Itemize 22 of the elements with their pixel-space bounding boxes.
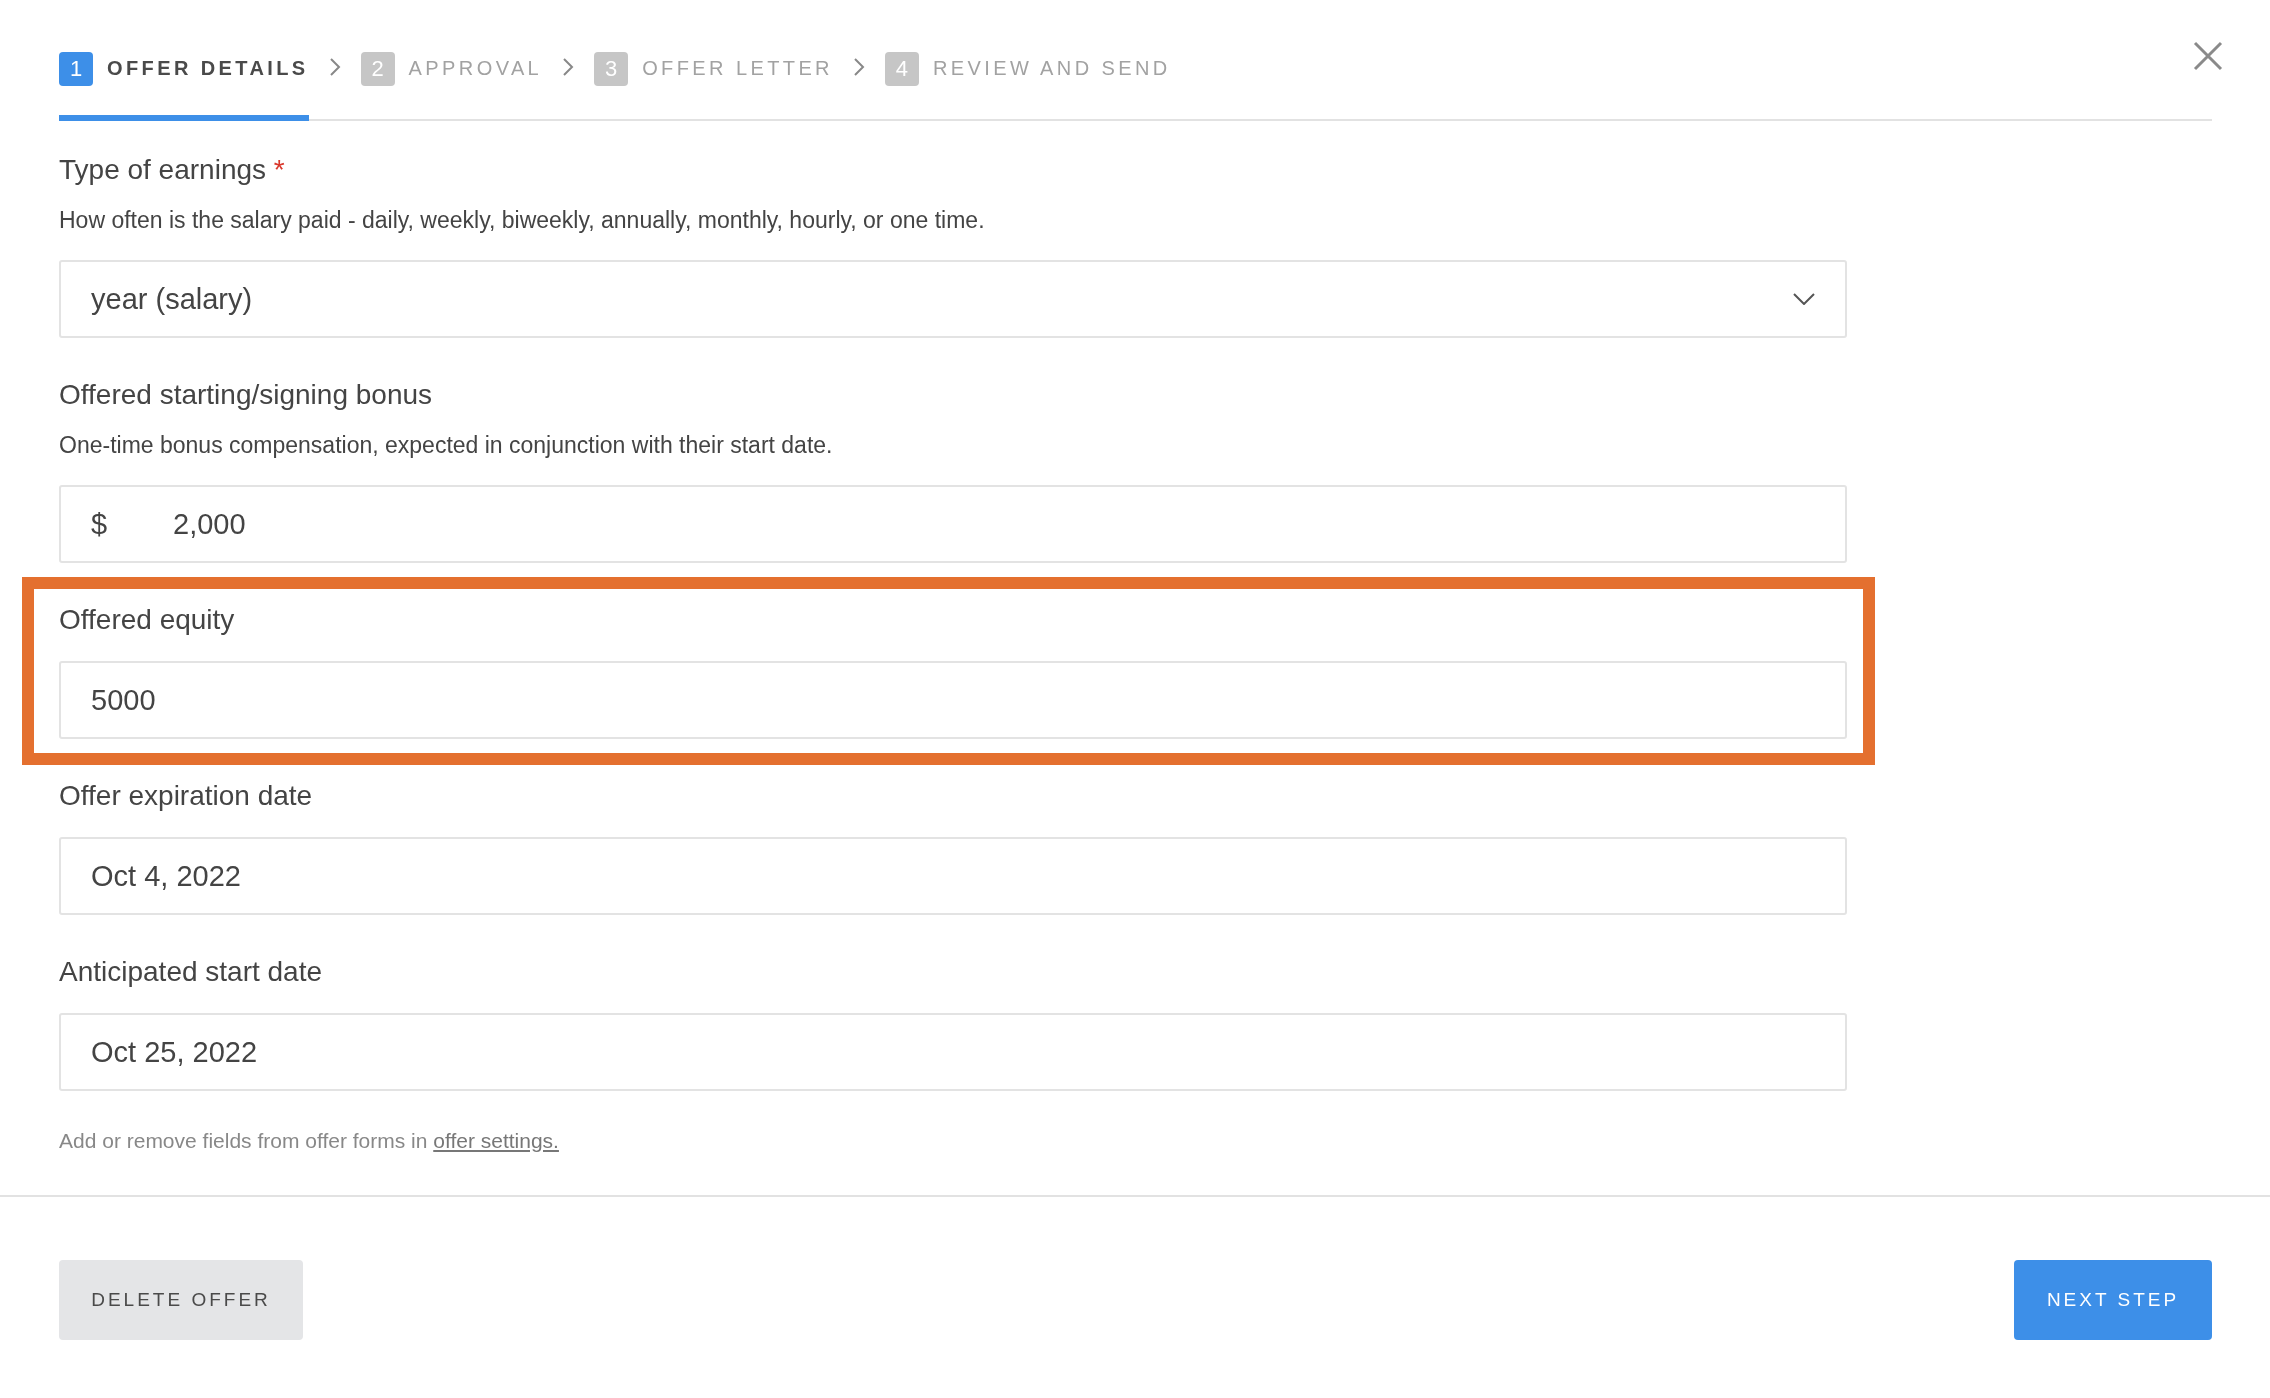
input-field[interactable]: 5000: [59, 661, 1847, 739]
field-label: Offer expiration date: [59, 779, 313, 813]
settings-link[interactable]: offer settings.: [433, 1129, 559, 1152]
field-label: Offered starting/signing bonus: [59, 378, 433, 412]
field-label: Offered equity: [59, 603, 235, 637]
field-label: Anticipated start date: [59, 955, 323, 989]
input-field[interactable]: Oct 25, 2022: [59, 1013, 1847, 1091]
amount-field[interactable]: $ 2,000: [59, 485, 1847, 563]
field-label: Type of earnings *: [59, 153, 285, 187]
chevron-down-icon: [1793, 293, 1815, 305]
field-description: How often is the salary paid - daily, weekly, biweekly, annually, monthly, hourly, or one time.: [59, 206, 985, 235]
chevron-right-icon: [852, 56, 865, 77]
settings-note: Add or remove fields from offer forms in offer settings.: [59, 1128, 559, 1154]
close-icon[interactable]: [2192, 40, 2224, 72]
step-tab[interactable]: 1 OFFER DETAILS: [59, 36, 309, 121]
delete-button[interactable]: DELETE OFFER: [59, 1260, 303, 1340]
chevron-right-icon: [562, 56, 575, 77]
select-field[interactable]: year (salary): [59, 260, 1847, 338]
chevron-right-icon: [328, 56, 341, 77]
field-description: One-time bonus compensation, expected in conjunction with their start date.: [59, 431, 833, 460]
required-asterisk: *: [273, 154, 285, 185]
input-field[interactable]: Oct 4, 2022: [59, 837, 1847, 915]
